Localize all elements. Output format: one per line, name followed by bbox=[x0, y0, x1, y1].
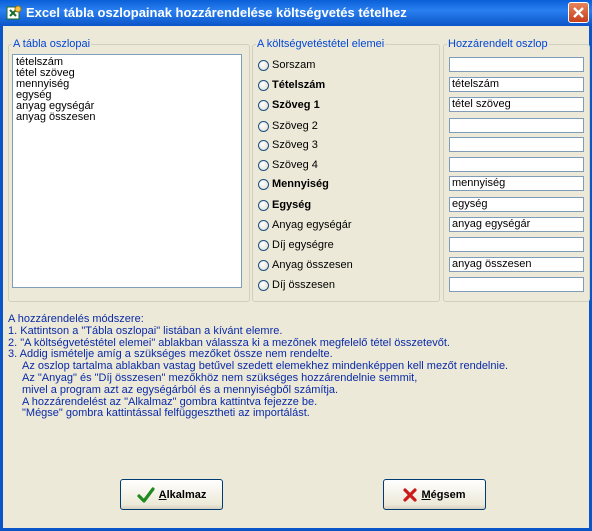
radio-button-icon[interactable] bbox=[258, 279, 269, 291]
radio-szoveg-2[interactable]: Szöveg 2 bbox=[258, 118, 318, 134]
apply-button-label: Alkalmaz bbox=[158, 488, 207, 501]
table-columns-legend: A tábla oszlopai bbox=[13, 38, 91, 50]
help-line: mivel a program azt az egységárból és a … bbox=[22, 383, 339, 396]
assigned-field-szoveg-1[interactable]: tétel szöveg bbox=[449, 97, 584, 112]
x-mark-icon bbox=[403, 487, 418, 502]
radio-button-icon[interactable] bbox=[258, 120, 269, 132]
item-elements-legend: A költségvetéstétel elemei bbox=[257, 38, 385, 50]
radio-anyag-egysegar[interactable]: Anyag egységár bbox=[258, 217, 352, 233]
radio-button-icon[interactable] bbox=[258, 199, 269, 211]
radio-button-icon[interactable] bbox=[258, 259, 269, 271]
radio-label: Szöveg 4 bbox=[272, 159, 318, 171]
radio-button-icon[interactable] bbox=[258, 159, 269, 171]
checkmark-icon bbox=[137, 486, 155, 503]
assigned-field-szoveg-2[interactable] bbox=[449, 118, 584, 133]
excel-app-icon bbox=[6, 5, 22, 21]
close-icon bbox=[573, 7, 584, 18]
table-columns-list[interactable]: tételszám tétel szöveg mennyiség egység … bbox=[12, 54, 242, 288]
radio-button-icon[interactable] bbox=[258, 79, 269, 91]
apply-button[interactable]: Alkalmaz bbox=[120, 479, 223, 510]
radio-szoveg-1[interactable]: Szöveg 1 bbox=[258, 97, 320, 113]
assigned-field-sorszam[interactable] bbox=[449, 57, 584, 72]
radio-sorszam[interactable]: Sorszam bbox=[258, 57, 315, 73]
radio-label: Szöveg 2 bbox=[272, 120, 318, 132]
radio-label: Sorszam bbox=[272, 59, 316, 71]
radio-button-icon[interactable] bbox=[258, 178, 269, 190]
radio-label: Anyag egységár bbox=[272, 219, 352, 231]
radio-label: Egység bbox=[272, 199, 312, 211]
assigned-field-anyag-osszesen[interactable]: anyag összesen bbox=[449, 257, 584, 272]
cancel-button-label: Mégsem bbox=[421, 488, 466, 501]
radio-label: Szöveg 1 bbox=[272, 99, 320, 111]
radio-button-icon[interactable] bbox=[258, 99, 269, 111]
assigned-field-dij-osszesen[interactable] bbox=[449, 277, 584, 292]
assigned-field-tetelszam[interactable]: tételszám bbox=[449, 77, 584, 92]
radio-dij-osszesen[interactable]: Díj összesen bbox=[258, 277, 335, 293]
assigned-column-legend: Hozzárendelt oszlop bbox=[448, 38, 548, 50]
radio-label: Szöveg 3 bbox=[272, 139, 318, 151]
help-line: "Mégse" gombra kattintással felfüggeszth… bbox=[22, 407, 310, 420]
window-title: Excel tábla oszlopainak hozzárendelése k… bbox=[26, 5, 407, 20]
radio-dij-egysegre[interactable]: Díj egységre bbox=[258, 237, 334, 253]
assigned-field-anyag-egysegar[interactable]: anyag egységár bbox=[449, 217, 584, 232]
assigned-field-mennyiseg[interactable]: mennyiség bbox=[449, 176, 584, 191]
radio-label: Anyag összesen bbox=[272, 259, 353, 271]
radio-szoveg-3[interactable]: Szöveg 3 bbox=[258, 137, 318, 153]
list-item[interactable]: anyag összesen bbox=[16, 112, 238, 123]
help-line: 1. Kattintson a "Tábla oszlopai" listába… bbox=[8, 324, 283, 337]
radio-button-icon[interactable] bbox=[258, 59, 269, 71]
radio-label: Mennyiség bbox=[272, 178, 329, 190]
assigned-field-szoveg-4[interactable] bbox=[449, 157, 584, 172]
radio-tetelszam[interactable]: Tételszám bbox=[258, 77, 325, 93]
radio-button-icon[interactable] bbox=[258, 219, 269, 231]
radio-egyseg[interactable]: Egység bbox=[258, 197, 311, 213]
assigned-field-egyseg[interactable]: egység bbox=[449, 197, 584, 212]
radio-anyag-osszesen[interactable]: Anyag összesen bbox=[258, 257, 353, 273]
help-text: A hozzárendelés módszere: 1. Kattintson … bbox=[8, 313, 588, 420]
radio-szoveg-4[interactable]: Szöveg 4 bbox=[258, 157, 318, 173]
radio-label: Díj egységre bbox=[272, 239, 334, 251]
radio-mennyiseg[interactable]: Mennyiség bbox=[258, 176, 329, 192]
assigned-field-szoveg-3[interactable] bbox=[449, 137, 584, 152]
title-bar[interactable]: Excel tábla oszlopainak hozzárendelése k… bbox=[0, 0, 592, 26]
assigned-field-dij-egysegre[interactable] bbox=[449, 237, 584, 252]
cancel-button[interactable]: Mégsem bbox=[383, 479, 486, 510]
help-line: Az "Anyag" és "Díj összesen" mezőkhöz ne… bbox=[22, 371, 418, 384]
radio-label: Tételszám bbox=[272, 79, 326, 91]
radio-label: Díj összesen bbox=[272, 279, 335, 291]
radio-button-icon[interactable] bbox=[258, 139, 269, 151]
close-button[interactable] bbox=[568, 2, 589, 23]
radio-button-icon[interactable] bbox=[258, 239, 269, 251]
